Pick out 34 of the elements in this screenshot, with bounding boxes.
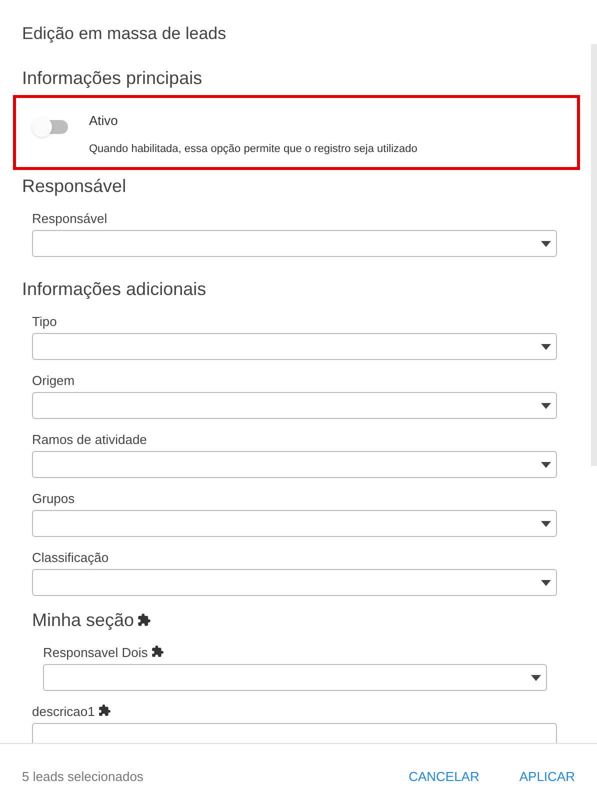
- selection-count: 5 leads selecionados: [22, 768, 144, 786]
- dropdown-caret-icon: [531, 674, 541, 680]
- puzzle-icon: [150, 645, 164, 658]
- select-field[interactable]: [32, 230, 557, 257]
- field-label: Classificação: [32, 550, 109, 565]
- section-heading: Informações adicionais: [22, 278, 208, 300]
- field-label: Ramos de atividade: [32, 432, 147, 447]
- section-heading: Informações principais: [22, 67, 204, 89]
- footer-button[interactable]: CANCELAR: [408, 767, 480, 787]
- select-field[interactable]: [32, 569, 557, 596]
- dropdown-caret-icon: [541, 240, 551, 246]
- field-label: descricao1: [32, 704, 95, 719]
- puzzle-icon: [98, 704, 111, 717]
- select-field[interactable]: [32, 392, 557, 419]
- field-label: Tipo: [32, 314, 57, 329]
- select-field[interactable]: [32, 451, 557, 478]
- help-text: Quando habilitada, essa opção permite que o registro seja utilizado: [89, 142, 418, 156]
- select-field[interactable]: [32, 333, 557, 360]
- section-heading: Responsável: [22, 175, 128, 197]
- field-label: Responsavel Dois: [43, 645, 148, 660]
- field-label: Origem: [32, 373, 75, 388]
- dropdown-caret-icon: [541, 344, 551, 350]
- toggle-label: Ativo: [89, 113, 119, 128]
- dropdown-caret-icon: [541, 520, 551, 526]
- dropdown-caret-icon: [541, 402, 551, 408]
- select-field[interactable]: [32, 510, 557, 537]
- dropdown-caret-icon: [541, 580, 551, 586]
- field-label: Grupos: [32, 491, 75, 506]
- dropdown-caret-icon: [541, 462, 551, 468]
- dialog-title: Edição em massa de leads: [22, 24, 228, 44]
- select-field[interactable]: [43, 664, 547, 691]
- field-label: Responsável: [32, 211, 108, 226]
- section-heading: Minha seção: [32, 610, 134, 630]
- footer-button[interactable]: APLICAR: [519, 767, 575, 787]
